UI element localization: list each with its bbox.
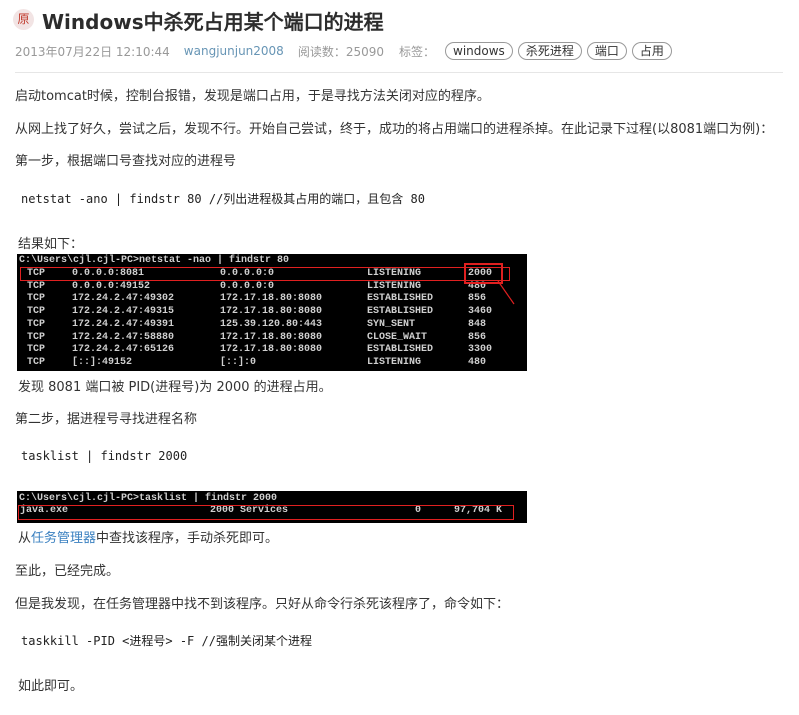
console-cell-state: ESTABLISHED — [367, 293, 434, 305]
task-manager-link[interactable]: 任务管理器 — [31, 531, 96, 546]
console-cell-local: 172.24.2.47:58880 — [72, 331, 175, 343]
console-cell-proto: TCP — [27, 331, 46, 343]
paragraph-end: 如此即可。 — [18, 679, 84, 694]
code-netstat: netstat -ano | findstr 80 //列出进程极其占用的端口，… — [21, 192, 425, 206]
console-row: TCP 172.24.2.47:58880 172.17.18.80:8080 CLO… — [17, 332, 527, 345]
highlight-java-row — [18, 505, 514, 520]
console-cell-proto: TCP — [27, 356, 46, 368]
console-row: TCP 172.24.2.47:49391 125.39.120.80:443 SYN… — [17, 319, 527, 332]
paragraph-done: 至此，已经完成。 — [15, 564, 120, 579]
tag-port[interactable]: 端口 — [586, 42, 627, 60]
article-meta: 2013年07月22日 12:10:44 wangjunjun2008 阅读数：… — [15, 41, 677, 61]
paragraph-found-pid: 发现 8081 端口被 PID(进程号)为 2000 的进程占用。 — [18, 380, 332, 395]
console-cell-proto: TCP — [27, 344, 46, 356]
console-row: TCP 172.24.2.47:65126 172.17.18.80:8080 EST… — [17, 344, 527, 357]
console-cell-proto: TCP — [27, 293, 46, 305]
console-cell-pid: 3460 — [468, 306, 493, 318]
console-cell-local: 0.0.0.0:49152 — [72, 280, 151, 292]
console-row: TCP [::]:49152 [::]:0 LISTENING 480 — [17, 357, 527, 370]
original-badge-icon: 原 — [13, 9, 34, 30]
annotation-arrow — [497, 280, 515, 305]
console-cell-foreign: 0.0.0.0:0 — [220, 280, 275, 292]
console-cell-pid: 856 — [468, 331, 487, 343]
console-row: TCP 172.24.2.47:49315 172.17.18.80:8080 EST… — [17, 306, 527, 319]
article-title: Windows中杀死占用某个端口的进程 — [42, 10, 384, 34]
console-cell-proto: TCP — [27, 280, 46, 292]
step-two-heading: 第二步，据进程号寻找进程名称 — [15, 412, 198, 427]
console-cell-foreign: 172.17.18.80:8080 — [220, 306, 323, 318]
console-cell-state: CLOSE_WAIT — [367, 331, 428, 343]
console-cell-foreign: 125.39.120.80:443 — [220, 318, 323, 330]
console-cell-local: 172.24.2.47:65126 — [72, 344, 175, 356]
console-cell-local: 172.24.2.47:49315 — [72, 306, 175, 318]
console-cell-local: [::]:49152 — [72, 356, 133, 368]
paragraph-intro: 启动tomcat时候，控制台报错，发现是端口占用，于是寻找方法关闭对应的程序。 — [15, 89, 490, 104]
console-cell-foreign: [::]:0 — [220, 356, 257, 368]
tag-windows[interactable]: windows — [445, 42, 513, 60]
highlight-8081-row — [20, 267, 510, 281]
console-cell-pid: 480 — [468, 356, 487, 368]
console-row: TCP 0.0.0.0:49152 0.0.0.0:0 LISTENING 480 — [17, 281, 527, 294]
author-link[interactable]: wangjunjun2008 — [184, 44, 284, 58]
console-cell-local: 172.24.2.47:49302 — [72, 293, 175, 305]
code-tasklist: tasklist | findstr 2000 — [21, 449, 188, 463]
task-manager-post: 中查找该程序，手动杀死即可。 — [96, 531, 279, 546]
console-cell-pid: 856 — [468, 293, 487, 305]
console-command: C:\Users\cjl.cjl-PC>netstat -nao | finds… — [19, 255, 290, 266]
console-cell-state: ESTABLISHED — [367, 306, 434, 318]
header-divider — [15, 72, 783, 73]
console-cell-state: SYN_SENT — [367, 318, 416, 330]
console-cell-foreign: 172.17.18.80:8080 — [220, 344, 323, 356]
console-cell-foreign: 172.17.18.80:8080 — [220, 331, 323, 343]
result-label: 结果如下： — [18, 237, 84, 252]
console-cell-local: 172.24.2.47:49391 — [72, 318, 175, 330]
publish-date: 2013年07月22日 12:10:44 — [15, 44, 170, 59]
tag-occupy[interactable]: 占用 — [631, 42, 672, 60]
console-cell-state: ESTABLISHED — [367, 344, 434, 356]
paragraph-task-manager: 从任务管理器中查找该程序，手动杀死即可。 — [18, 530, 278, 548]
tag-kill-process[interactable]: 杀死进程 — [517, 42, 582, 60]
code-taskkill: taskkill -PID <进程号> -F //强制关闭某个进程 — [21, 634, 312, 648]
step-one-heading: 第一步，根据端口号查找对应的进程号 — [15, 154, 237, 169]
console-cell-proto: TCP — [27, 306, 46, 318]
view-count: 阅读数：25090 — [297, 44, 385, 59]
console-cell-pid: 3300 — [468, 344, 493, 356]
paragraph-but: 但是我发现，在任务管理器中找不到该程序。只好从命令行杀死该程序了，命令如下： — [15, 597, 510, 612]
console-row: TCP 172.24.2.47:49302 172.17.18.80:8080 EST… — [17, 293, 527, 306]
console-cell-foreign: 172.17.18.80:8080 — [220, 293, 323, 305]
console-command: C:\Users\cjl.cjl-PC>tasklist | findstr 2… — [19, 493, 278, 504]
task-manager-pre: 从 — [18, 531, 32, 546]
console-cell-state: LISTENING — [367, 356, 422, 368]
console-cell-proto: TCP — [27, 318, 46, 330]
paragraph-background: 从网上找了好久，尝试之后，发现不行。开始自己尝试，终于，成功的将占用端口的进程杀… — [15, 122, 774, 137]
console-cell-pid: 848 — [468, 318, 487, 330]
console-cell-state: LISTENING — [367, 280, 422, 292]
tags-label: 标签： — [399, 44, 436, 59]
